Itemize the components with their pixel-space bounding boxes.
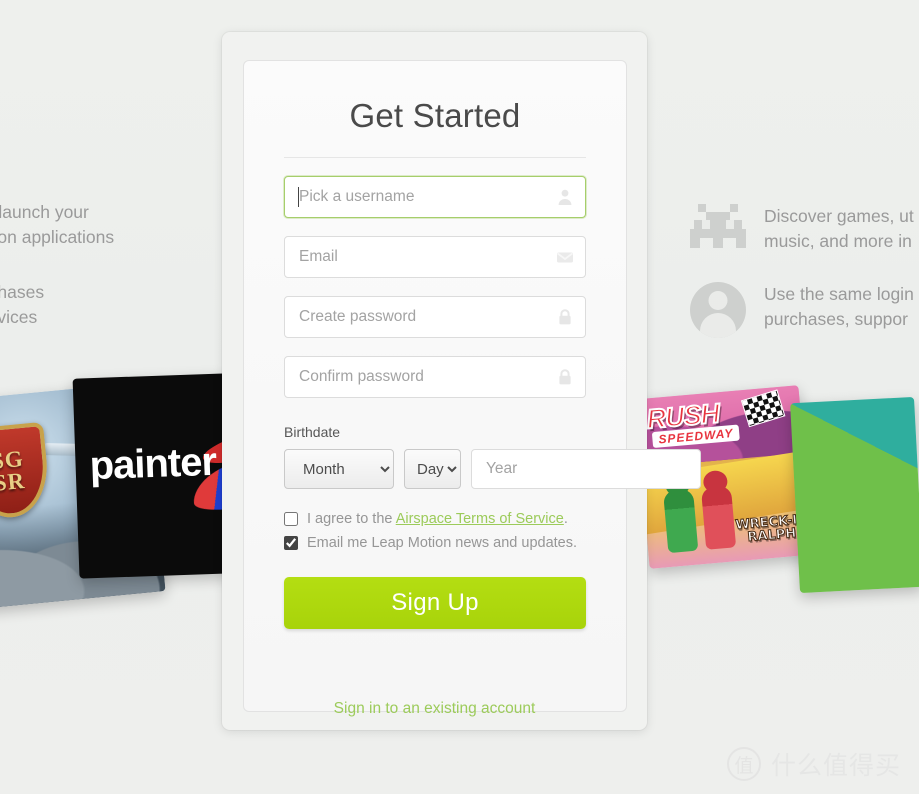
birthdate-year-input[interactable] — [471, 449, 701, 489]
terms-text-after: . — [563, 511, 568, 527]
background-feature-text: nc purchases ross devices — [0, 280, 44, 330]
background-feature-left-2: nc purchases ross devices — [0, 280, 44, 330]
tile-character-green — [663, 488, 699, 554]
text-caret — [298, 187, 299, 207]
feature-line-2: ross devices — [0, 307, 38, 327]
watermark: 值 什么值得买 — [726, 746, 901, 782]
feature-line-1: nd and launch your — [0, 202, 89, 222]
tile-character-red — [700, 485, 737, 550]
feature-line-2: purchases, suppor — [764, 309, 908, 329]
password-field-wrapper — [284, 296, 586, 338]
newsletter-checkbox[interactable] — [284, 536, 298, 550]
tile-wordmark: painter — [88, 439, 217, 489]
confirm-password-field-wrapper — [284, 356, 586, 398]
signup-card: Get Started Pick a username Email Create… — [243, 60, 701, 712]
feature-line-1: Discover games, ut — [764, 206, 914, 226]
terms-text-before: I agree to the — [307, 511, 396, 527]
background-feature-text: Discover games, ut music, and more in — [764, 204, 914, 254]
feature-line-2: ap Motion applications — [0, 227, 115, 247]
terms-checkbox[interactable] — [284, 512, 298, 526]
birthdate-label: Birthdate — [284, 424, 341, 440]
newsletter-label: Email me Leap Motion news and updates. — [307, 535, 578, 551]
avatar-icon — [690, 282, 746, 338]
feature-line-1: nc purchases — [0, 282, 45, 302]
watermark-logo-icon: 值 — [726, 747, 761, 781]
watermark-text: 什么值得买 — [770, 751, 901, 780]
email-input[interactable] — [284, 236, 586, 278]
background-feature-right-1: Discover games, ut music, and more in — [690, 204, 914, 254]
email-field-wrapper — [284, 236, 586, 278]
page-title: Get Started — [349, 97, 521, 134]
feature-line-2: music, and more in — [764, 231, 912, 251]
birthdate-month-select[interactable]: MonthJanuaryFebruaryMarchAprilMayJuneJul… — [284, 449, 394, 489]
background-feature-right-2: Use the same login purchases, suppor — [690, 282, 914, 338]
signup-panel: Get Started Pick a username Email Create… — [222, 32, 701, 730]
title-divider — [284, 157, 586, 158]
password-input[interactable] — [284, 296, 586, 338]
app-tile-geometric — [790, 396, 919, 594]
space-invader-glyph — [690, 204, 746, 248]
birthdate-day-select[interactable]: Day12345 — [404, 449, 461, 489]
space-invader-icon — [690, 204, 746, 248]
terms-checkbox-row[interactable]: I agree to the Airspace Terms of Service… — [284, 511, 586, 527]
background-feature-text: Use the same login purchases, suppor — [764, 282, 914, 332]
sign-in-link[interactable]: Sign in to an existing account — [222, 700, 647, 718]
background-feature-left-1: nd and launch your ap Motion applications — [0, 200, 114, 250]
feature-line-1: Use the same login — [764, 284, 914, 304]
username-input[interactable] — [284, 176, 586, 218]
birthdate-row: MonthJanuaryFebruaryMarchAprilMayJuneJul… — [284, 449, 701, 489]
avatar-glyph — [690, 282, 746, 338]
terms-label: I agree to the Airspace Terms of Service… — [307, 511, 568, 527]
sign-up-button[interactable]: Sign Up — [284, 577, 586, 629]
username-field-wrapper — [284, 176, 586, 218]
terms-of-service-link[interactable]: Airspace Terms of Service — [396, 511, 564, 527]
confirm-password-input[interactable] — [284, 356, 586, 398]
background-feature-text: nd and launch your ap Motion applications — [0, 200, 114, 250]
newsletter-checkbox-row[interactable]: Email me Leap Motion news and updates. — [284, 535, 586, 551]
